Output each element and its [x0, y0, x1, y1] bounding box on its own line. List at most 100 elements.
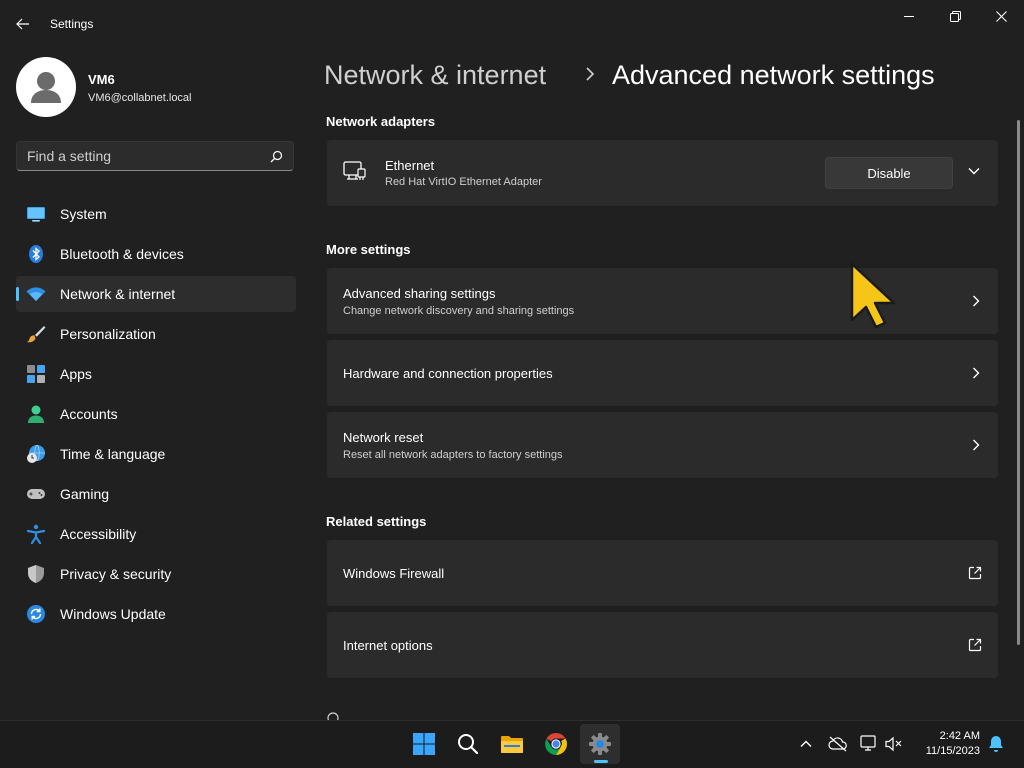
help-icon[interactable]: [327, 712, 339, 720]
clock-time: 2:42 AM: [939, 730, 980, 742]
item-subtitle: Change network discovery and sharing set…: [343, 305, 575, 317]
sidebar-item-system[interactable]: System: [16, 196, 296, 232]
back-button[interactable]: [8, 10, 38, 38]
sidebar-item-privacy[interactable]: Privacy & security: [16, 556, 296, 592]
update-icon: [26, 604, 46, 624]
notifications-button[interactable]: [985, 734, 1007, 754]
restore-button[interactable]: [932, 0, 978, 32]
network-icon: [860, 735, 876, 751]
title-bar: Settings: [0, 0, 1024, 48]
scrollbar[interactable]: [1017, 120, 1020, 645]
restore-icon: [949, 10, 961, 22]
sidebar-item-label: Network & internet: [60, 286, 176, 302]
chevron-down-icon[interactable]: [968, 167, 980, 175]
sidebar-item-label: Privacy & security: [60, 566, 172, 582]
minimize-button[interactable]: [886, 0, 932, 32]
wifi-icon: [26, 284, 46, 304]
active-indicator: [16, 287, 19, 301]
settings-taskbar-button[interactable]: [580, 724, 620, 764]
shield-icon: [26, 564, 46, 584]
ethernet-icon: [343, 161, 367, 183]
sidebar-item-label: Personalization: [60, 326, 156, 342]
section-header-adapters: Network adapters: [326, 114, 436, 129]
sidebar-item-personalization[interactable]: Personalization: [16, 316, 296, 352]
bluetooth-icon: [26, 244, 46, 264]
back-arrow-icon: [16, 18, 29, 30]
sidebar-item-accessibility[interactable]: Accessibility: [16, 516, 296, 552]
mouse-cursor-icon: [850, 262, 896, 328]
sidebar-item-label: Accessibility: [60, 526, 137, 542]
onedrive-tray-button[interactable]: [827, 734, 849, 754]
page-title: Advanced network settings: [612, 60, 935, 90]
person-icon: [26, 404, 46, 424]
windows-start-icon: [413, 733, 435, 755]
search-box[interactable]: [16, 141, 294, 171]
notification-bell-icon: [989, 736, 1003, 752]
sidebar-item-windows-update[interactable]: Windows Update: [16, 596, 296, 632]
adapter-description: Red Hat VirtIO Ethernet Adapter: [385, 176, 542, 188]
item-title: Hardware and connection properties: [343, 366, 553, 381]
taskbar-clock[interactable]: 2:42 AM 11/15/2023: [918, 729, 980, 759]
sidebar-item-network[interactable]: Network & internet: [16, 276, 296, 312]
internet-options-link[interactable]: Internet options: [327, 612, 998, 678]
file-explorer-button[interactable]: [492, 724, 532, 764]
sidebar-item-label: Accounts: [60, 406, 118, 422]
clock-date: 11/15/2023: [925, 745, 980, 757]
hardware-connection-properties-item[interactable]: Hardware and connection properties: [327, 340, 998, 406]
user-name: VM6: [88, 72, 115, 87]
active-app-indicator: [594, 760, 608, 763]
show-hidden-icons-button[interactable]: [795, 734, 817, 754]
volume-tray-button[interactable]: [883, 734, 905, 754]
paintbrush-icon: [26, 324, 46, 344]
section-header-related: Related settings: [326, 514, 427, 529]
sidebar-item-time-language[interactable]: Time & language: [16, 436, 296, 472]
windows-firewall-link[interactable]: Windows Firewall: [327, 540, 998, 606]
sidebar-item-bluetooth[interactable]: Bluetooth & devices: [16, 236, 296, 272]
search-icon: [458, 734, 479, 755]
sidebar-item-label: Windows Update: [60, 606, 166, 622]
item-subtitle: Reset all network adapters to factory se…: [343, 449, 563, 461]
sidebar-item-label: Apps: [60, 366, 92, 382]
sidebar-item-accounts[interactable]: Accounts: [16, 396, 296, 432]
chrome-icon: [545, 733, 567, 755]
sidebar-item-label: Gaming: [60, 486, 110, 502]
close-button[interactable]: [978, 0, 1024, 32]
advanced-sharing-settings-item[interactable]: Advanced sharing settings Change network…: [327, 268, 998, 334]
folder-icon: [501, 736, 523, 753]
chevron-right-icon: [972, 439, 980, 451]
globe-clock-icon: [26, 444, 46, 464]
disable-adapter-button[interactable]: Disable: [825, 157, 953, 189]
apps-icon: [26, 364, 46, 384]
search-icon[interactable]: [270, 150, 283, 163]
external-link-icon: [968, 638, 982, 652]
close-icon: [995, 10, 1007, 22]
gamepad-icon: [26, 484, 46, 504]
chevron-right-icon: [972, 295, 980, 307]
accessibility-icon: [26, 524, 46, 544]
external-link-icon: [968, 566, 982, 580]
start-button[interactable]: [404, 724, 444, 764]
minimize-icon: [904, 16, 914, 17]
network-reset-item[interactable]: Network reset Reset all network adapters…: [327, 412, 998, 478]
chevron-up-icon: [800, 740, 812, 747]
item-title: Advanced sharing settings: [343, 286, 496, 301]
taskbar-search-button[interactable]: [448, 724, 488, 764]
section-header-more: More settings: [326, 242, 411, 257]
sidebar-item-apps[interactable]: Apps: [16, 356, 296, 392]
window-title: Settings: [50, 17, 94, 31]
sidebar-item-gaming[interactable]: Gaming: [16, 476, 296, 512]
network-tray-button[interactable]: [859, 734, 881, 754]
item-title: Internet options: [343, 638, 433, 653]
item-title: Windows Firewall: [343, 566, 445, 581]
system-display-icon: [26, 204, 46, 224]
adapter-name: Ethernet: [385, 158, 435, 173]
chrome-button[interactable]: [536, 724, 576, 764]
avatar[interactable]: [16, 57, 76, 117]
user-email: VM6@collabnet.local: [88, 92, 192, 104]
sidebar-item-label: System: [60, 206, 107, 222]
gear-icon: [589, 733, 611, 755]
volume-muted-icon: [885, 736, 902, 752]
chevron-right-icon: [584, 66, 596, 82]
breadcrumb-parent[interactable]: Network & internet: [324, 60, 546, 91]
search-input[interactable]: [27, 142, 257, 170]
